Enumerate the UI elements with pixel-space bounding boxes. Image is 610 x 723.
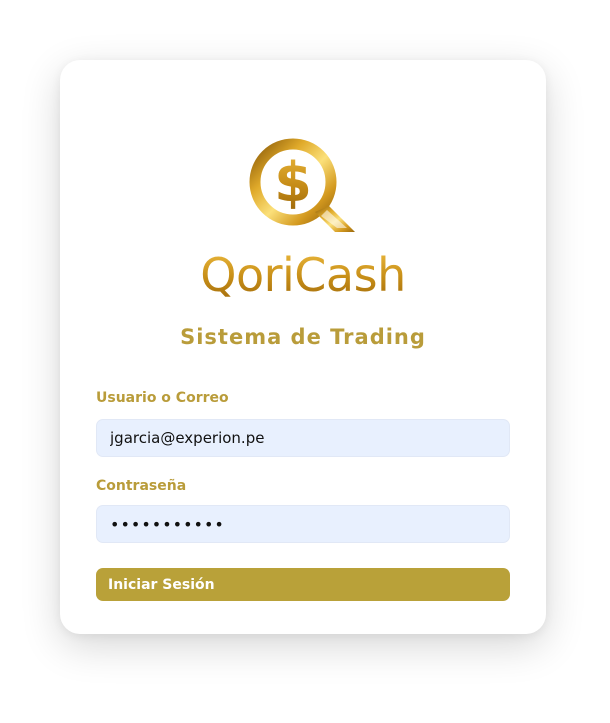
login-button[interactable]: Iniciar Sesión: [96, 568, 510, 601]
username-input[interactable]: [96, 419, 510, 457]
svg-text:$: $: [274, 151, 312, 214]
password-input[interactable]: [96, 505, 510, 543]
page-subtitle: Sistema de Trading: [180, 325, 426, 349]
brand-logo: $ QoriCash: [60, 134, 546, 298]
username-label: Usuario o Correo: [96, 390, 229, 406]
password-label: Contraseña: [96, 478, 187, 494]
dollar-q-logo-icon: $: [249, 138, 355, 232]
login-card: $ QoriCash Sistema de Trading Usuario o …: [60, 60, 546, 634]
brand-name: QoriCash: [200, 248, 406, 302]
